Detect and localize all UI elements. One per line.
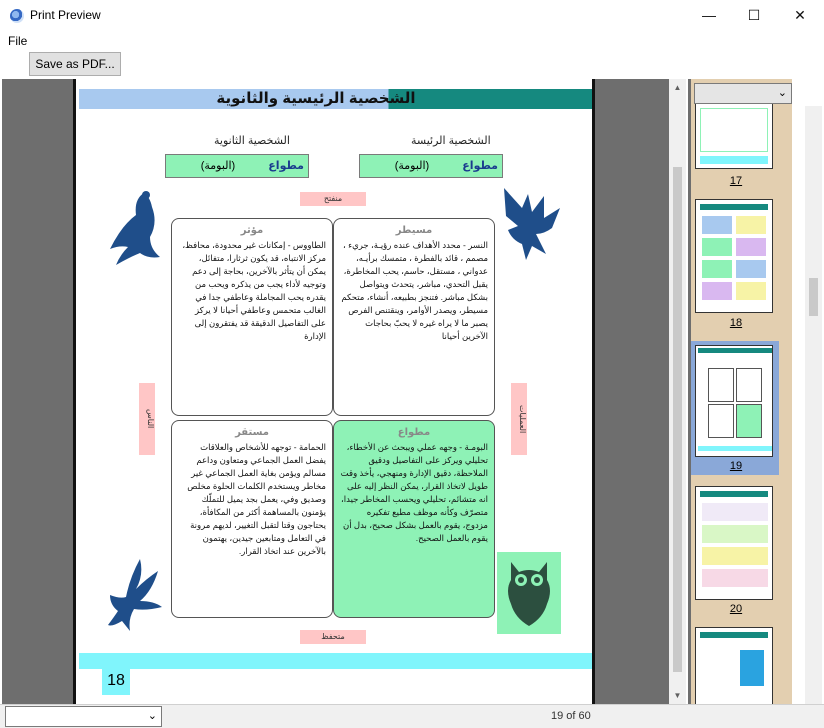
- box-influencer: مؤثر الطاووس - إمكانات غير محدودة، محافظ…: [171, 218, 333, 416]
- page-title: الشخصية الرئيسية والثانوية: [216, 90, 416, 107]
- scroll-down-arrow-icon[interactable]: ▼: [669, 687, 686, 704]
- page-footer-bar: [79, 653, 592, 669]
- box-influencer-text: الطاووس - إمكانات غير محدودة، محافظ، مرك…: [182, 240, 326, 341]
- chevron-down-icon: ⌄: [777, 87, 787, 99]
- secondary-type: مطواع: [268, 160, 304, 172]
- preview-area[interactable]: الشخصية الرئيسية والثانوية الشخصية الرئي…: [2, 79, 669, 704]
- primary-heading: الشخصية الرئيسة: [411, 135, 491, 147]
- thumbnail-scrollbar[interactable]: [805, 106, 822, 704]
- preview-page: الشخصية الرئيسية والثانوية الشخصية الرئي…: [73, 79, 595, 704]
- zoom-select[interactable]: ⌄: [694, 83, 792, 104]
- window-title: Print Preview: [30, 8, 101, 22]
- minimize-button[interactable]: —: [686, 0, 732, 31]
- page-counter: 19 of 60: [551, 710, 591, 722]
- thumbnail-page-19[interactable]: [695, 345, 773, 457]
- app-icon: [10, 9, 24, 23]
- menu-file[interactable]: File: [8, 34, 27, 48]
- box-dominant-heading: مسيطر: [395, 225, 433, 236]
- owl-image: [508, 562, 550, 626]
- thumbnail-label-18[interactable]: 18: [691, 317, 781, 329]
- tag-reserved: متحفظ: [300, 630, 366, 644]
- box-compliant: مطواع البومـة - وجهه عملي ويبحث عن الأخط…: [333, 420, 495, 618]
- dove-image: [108, 559, 162, 631]
- thumbnail-label-19[interactable]: 19: [691, 460, 781, 472]
- box-dominant-text: النسر - محدد الأهداف عنده رؤيـة، جريء ، …: [341, 240, 488, 341]
- scrollbar-thumb[interactable]: [673, 167, 682, 672]
- thumbnail-page-17[interactable]: [695, 101, 773, 169]
- box-compliant-text: البومـة - وجهه عملي ويبحث عن الأخطاء، تح…: [340, 442, 488, 543]
- thumbnail-page-20[interactable]: [695, 486, 773, 600]
- box-steady-text: الحمامة - توجهه للأشخاص والعلاقات يفضل ا…: [187, 442, 326, 556]
- thumbnail-list[interactable]: 17 18 19 20: [688, 79, 792, 704]
- thumbnail-label-20[interactable]: 20: [691, 603, 781, 615]
- box-steady-heading: مستقر: [235, 427, 269, 438]
- maximize-button[interactable]: ☐: [731, 0, 777, 31]
- close-button[interactable]: ✕: [777, 0, 823, 31]
- box-influencer-heading: مؤثر: [240, 225, 264, 236]
- eagle-image: [504, 188, 560, 260]
- thumbnail-panel: 17 18 19 20: [688, 79, 822, 704]
- secondary-animal: (البومة): [200, 160, 236, 172]
- scroll-up-arrow-icon[interactable]: ▲: [669, 79, 686, 96]
- thumbnail-page-18[interactable]: [695, 199, 773, 313]
- preview-scrollbar[interactable]: ▲ ▼: [669, 79, 686, 704]
- status-bar: ⌄ 19 of 60: [0, 704, 824, 728]
- chevron-down-icon: ⌄: [147, 710, 157, 722]
- tag-people: الناس: [139, 383, 155, 455]
- box-dominant: مسيطر النسر - محدد الأهداف عنده رؤيـة، ج…: [333, 218, 495, 416]
- tag-processes: العمليات: [511, 383, 527, 455]
- save-as-pdf-button[interactable]: Save as PDF...: [29, 52, 121, 76]
- primary-type-box: مطواع (البومة): [359, 154, 503, 178]
- secondary-heading: الشخصية الثانوية: [214, 135, 290, 147]
- menu-bar: File: [0, 31, 824, 51]
- thumbnail-scrollbar-thumb[interactable]: [809, 278, 818, 316]
- box-steady: مستقر الحمامة - توجهه للأشخاص والعلاقات …: [171, 420, 333, 618]
- page-number: 18: [102, 667, 130, 695]
- thumbnail-page-21[interactable]: [695, 627, 773, 704]
- printer-select[interactable]: ⌄: [5, 706, 162, 727]
- primary-type: مطواع: [462, 160, 498, 172]
- peacock-image: [110, 191, 160, 265]
- tag-open: منفتح: [300, 192, 366, 206]
- toolbar: Save as PDF...: [0, 51, 824, 78]
- title-bar: Print Preview — ☐ ✕: [0, 0, 824, 31]
- secondary-type-box: مطواع (البومة): [165, 154, 309, 178]
- box-compliant-heading: مطواع: [397, 427, 431, 438]
- primary-animal: (البومة): [394, 160, 430, 172]
- thumbnail-label-17[interactable]: 17: [691, 175, 781, 187]
